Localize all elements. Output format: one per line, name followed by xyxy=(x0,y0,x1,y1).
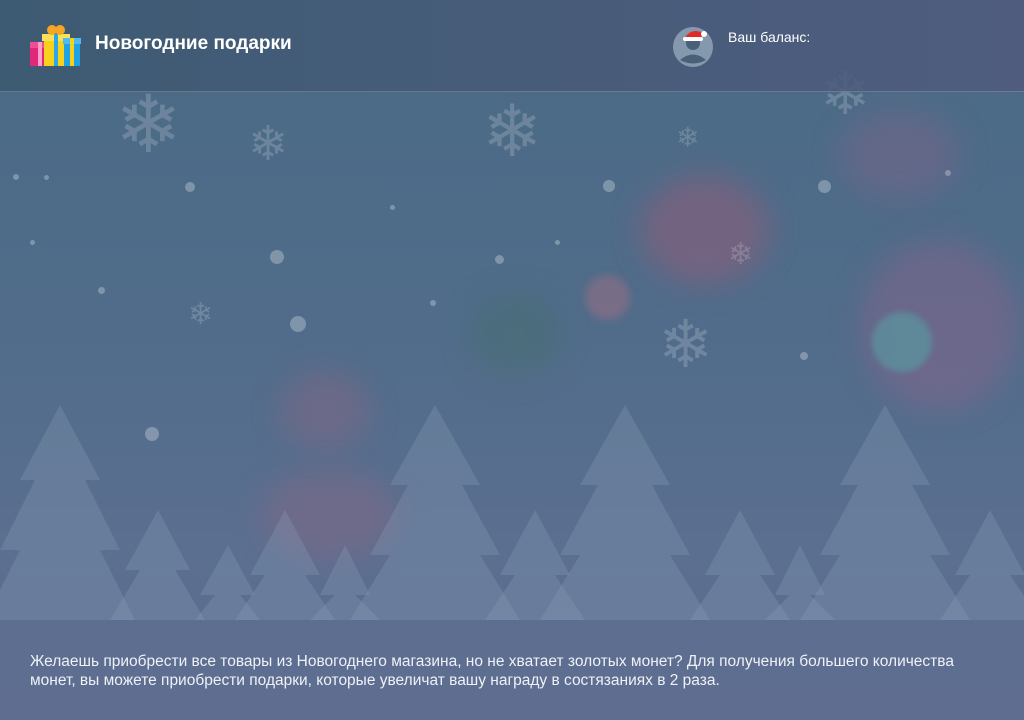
bokeh-light xyxy=(470,295,560,375)
balance-label: Ваш баланс: xyxy=(728,29,811,45)
snow-particle xyxy=(495,255,504,264)
snowflake-icon: ❄ xyxy=(188,297,214,332)
bokeh-light xyxy=(872,312,932,372)
forest-silhouette xyxy=(0,405,1024,620)
bokeh-light xyxy=(585,275,630,320)
snowflake-icon: ❄ xyxy=(248,116,289,172)
page-title: Новогодние подарки xyxy=(95,33,292,54)
snow-particle xyxy=(390,205,395,210)
snow-particle xyxy=(98,287,105,294)
snowflake-icon: ❄ xyxy=(658,306,714,383)
snow-particle xyxy=(30,240,35,245)
snow-particle xyxy=(185,182,195,192)
snow-particle xyxy=(603,180,615,192)
header-bar: Новогодние подарки Ваш баланс: xyxy=(0,0,1024,92)
santa-hat-avatar-icon[interactable] xyxy=(671,25,715,69)
snow-particle xyxy=(13,174,19,180)
snow-particle xyxy=(555,240,560,245)
snowflake-icon: ❄ xyxy=(482,89,543,173)
snow-particle xyxy=(818,180,831,193)
shop-description: Желаешь приобрести все товары из Новогод… xyxy=(30,653,954,689)
snowflake-icon: ❄ xyxy=(728,237,754,272)
snow-particle xyxy=(430,300,436,306)
snow-particle xyxy=(44,175,49,180)
gift-boxes-icon xyxy=(30,25,81,66)
snow-particle xyxy=(270,250,284,264)
snowflake-icon: ❄ xyxy=(115,78,183,171)
snow-particle xyxy=(945,170,951,176)
snow-particle xyxy=(800,352,808,360)
snow-particle xyxy=(290,316,306,332)
snowflake-icon: ❄ xyxy=(676,121,700,154)
